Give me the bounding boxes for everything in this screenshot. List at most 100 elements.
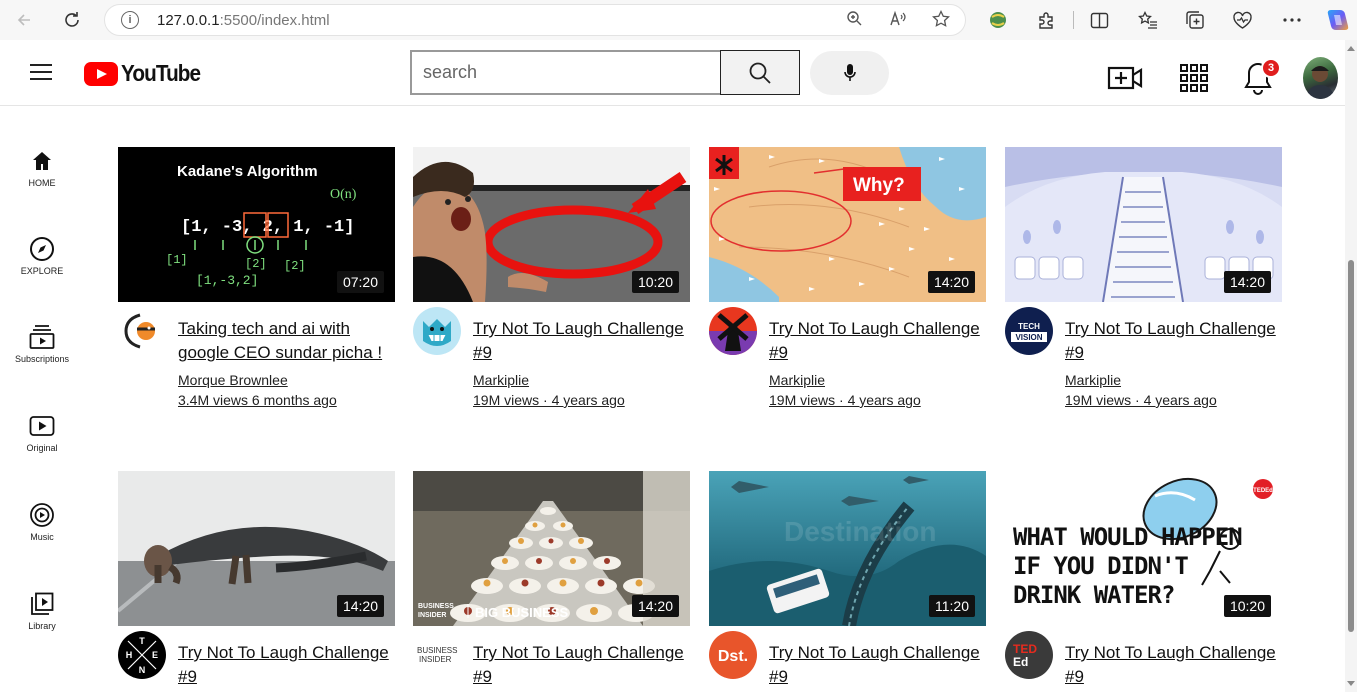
svg-text:BUSINESS: BUSINESS: [418, 603, 454, 610]
youtube-logo[interactable]: YouTube: [84, 60, 209, 87]
search-input[interactable]: [410, 50, 721, 95]
address-bar[interactable]: i 127.0.0.1:5500/index.html: [104, 4, 966, 36]
browser-essentials-heart-icon[interactable]: [1230, 8, 1254, 32]
svg-text:TED: TED: [1013, 642, 1037, 656]
svg-text:E: E: [152, 650, 158, 660]
channel-name[interactable]: Markiplie: [1065, 372, 1121, 388]
svg-text:Ed: Ed: [1013, 655, 1028, 669]
page-scrollbar[interactable]: [1345, 40, 1357, 692]
channel-avatar[interactable]: TED Ed: [1005, 631, 1053, 679]
browser-toolbar: i 127.0.0.1:5500/index.html: [0, 0, 1357, 40]
video-thumbnail[interactable]: 10:20: [413, 147, 690, 302]
create-video-icon[interactable]: [1107, 60, 1143, 96]
channel-avatar[interactable]: [118, 307, 166, 355]
video-duration: 14:20: [1223, 271, 1271, 293]
video-thumbnail[interactable]: Kadane's Algorithm O(n) [1, -3, 2, 1, -1…: [118, 147, 395, 302]
split-screen-icon[interactable]: [1087, 8, 1111, 32]
sidebar-item-home[interactable]: HOME: [0, 148, 84, 188]
video-thumbnail[interactable]: 14:20: [118, 471, 395, 626]
video-title[interactable]: Try Not To Laugh Challenge #9: [769, 641, 984, 689]
sidebar-item-library[interactable]: Library: [0, 591, 84, 631]
compass-icon: [29, 236, 55, 262]
reload-icon[interactable]: [58, 6, 86, 34]
scrollbar-thumb[interactable]: [1348, 260, 1354, 632]
read-aloud-icon[interactable]: [887, 10, 909, 32]
video-title[interactable]: Try Not To Laugh Challenge #9: [1065, 317, 1280, 365]
search-button[interactable]: [720, 50, 800, 95]
channel-avatar-text: Dst.: [718, 648, 748, 665]
youtube-header: YouTube 3: [0, 40, 1345, 106]
channel-avatar[interactable]: TH EN: [118, 631, 166, 679]
scroll-down-arrow-icon[interactable]: [1347, 681, 1355, 686]
video-title[interactable]: Try Not To Laugh Challenge #9: [473, 317, 688, 365]
microphone-icon: [843, 64, 856, 81]
video-thumbnail[interactable]: BUSINESS INSIDER BIG BUSINESS 14:20: [413, 471, 690, 626]
back-arrow-icon[interactable]: [10, 6, 38, 34]
sidebar-item-subscriptions[interactable]: Subscriptions: [0, 324, 84, 364]
channel-avatar[interactable]: Dst.: [709, 631, 757, 679]
favorites-list-icon[interactable]: [1136, 8, 1160, 32]
url-text: 127.0.0.1:5500/index.html: [157, 12, 330, 29]
collections-icon[interactable]: [1183, 8, 1207, 32]
video-thumbnail[interactable]: 14:20: [1005, 147, 1282, 302]
toolbar-divider: [1073, 11, 1074, 29]
sidebar-item-label: HOME: [28, 178, 56, 188]
search-icon: [749, 62, 771, 84]
video-duration: 14:20: [336, 595, 384, 617]
notification-count-badge: 3: [1261, 58, 1281, 78]
video-title[interactable]: Try Not To Laugh Challenge #9: [178, 641, 393, 689]
sidebar-item-label: Subscriptions: [14, 354, 70, 364]
channel-avatar[interactable]: BUSINESS INSIDER: [413, 631, 461, 679]
channel-name[interactable]: Markiplie: [769, 372, 825, 388]
svg-text:[2]: [2]: [284, 259, 306, 273]
channel-avatar[interactable]: TECH VISION: [1005, 307, 1053, 355]
channel-avatar[interactable]: [413, 307, 461, 355]
extensions-puzzle-icon[interactable]: [1034, 8, 1058, 32]
sidebar-item-label: Music: [30, 532, 54, 542]
sidebar-item-label: Library: [28, 621, 56, 631]
thumbnail-text: Why?: [853, 175, 905, 196]
sidebar-item-explore[interactable]: EXPLORE: [0, 236, 84, 276]
svg-text:VISION: VISION: [1015, 333, 1042, 342]
video-meta[interactable]: 19M views · 4 years ago: [473, 392, 625, 408]
sidebar-item-original[interactable]: Original: [0, 413, 84, 453]
video-title[interactable]: Try Not To Laugh Challenge #9: [769, 317, 984, 365]
channel-name[interactable]: Morque Brownlee: [178, 372, 288, 388]
svg-text:N: N: [139, 665, 146, 675]
svg-text:O(n): O(n): [330, 187, 357, 202]
copilot-icon[interactable]: [1324, 6, 1352, 34]
svg-text:T: T: [139, 636, 145, 646]
logo-text: YouTube: [121, 60, 201, 86]
video-thumbnail[interactable]: Destination 11:20: [709, 471, 986, 626]
video-meta[interactable]: 19M views · 4 years ago: [769, 392, 921, 408]
zoom-icon[interactable]: [843, 10, 865, 32]
extension-globe-icon[interactable]: [986, 8, 1010, 32]
sidebar-item-label: Original: [26, 443, 58, 453]
svg-text:TECH: TECH: [1018, 322, 1040, 331]
svg-text:[2]: [2]: [245, 257, 267, 271]
more-options-icon[interactable]: [1280, 8, 1304, 32]
site-info-icon[interactable]: i: [121, 11, 139, 29]
video-duration: 14:20: [631, 595, 679, 617]
scroll-up-arrow-icon[interactable]: [1347, 46, 1355, 51]
svg-text:[1]: [1]: [166, 253, 188, 267]
channel-name[interactable]: Markiplie: [473, 372, 529, 388]
video-thumbnail[interactable]: Why? 14:20: [709, 147, 986, 302]
video-meta[interactable]: 19M views · 4 years ago: [1065, 392, 1217, 408]
user-avatar[interactable]: [1303, 57, 1338, 99]
youtube-play-logo-icon: [84, 61, 118, 86]
video-title[interactable]: Taking tech and ai with google CEO sunda…: [178, 317, 393, 365]
sidebar-item-music[interactable]: Music: [0, 502, 84, 542]
video-thumbnail[interactable]: TEDEd WHAT WOULD HAPPEN IF YOU DIDN'T DR…: [1005, 471, 1282, 626]
video-title[interactable]: Try Not To Laugh Challenge #9: [473, 641, 688, 689]
video-meta[interactable]: 3.4M views 6 months ago: [178, 392, 337, 408]
video-duration: 10:20: [1223, 595, 1271, 617]
apps-grid-icon[interactable]: [1176, 60, 1212, 96]
video-title[interactable]: Try Not To Laugh Challenge #9: [1065, 641, 1280, 689]
menu-hamburger-icon[interactable]: [30, 64, 52, 80]
voice-search-button[interactable]: [810, 51, 889, 95]
thumbnail-text: Kadane's Algorithm: [177, 163, 318, 180]
channel-avatar[interactable]: [709, 307, 757, 355]
favorite-star-icon[interactable]: [930, 9, 952, 33]
original-icon: [29, 413, 55, 439]
